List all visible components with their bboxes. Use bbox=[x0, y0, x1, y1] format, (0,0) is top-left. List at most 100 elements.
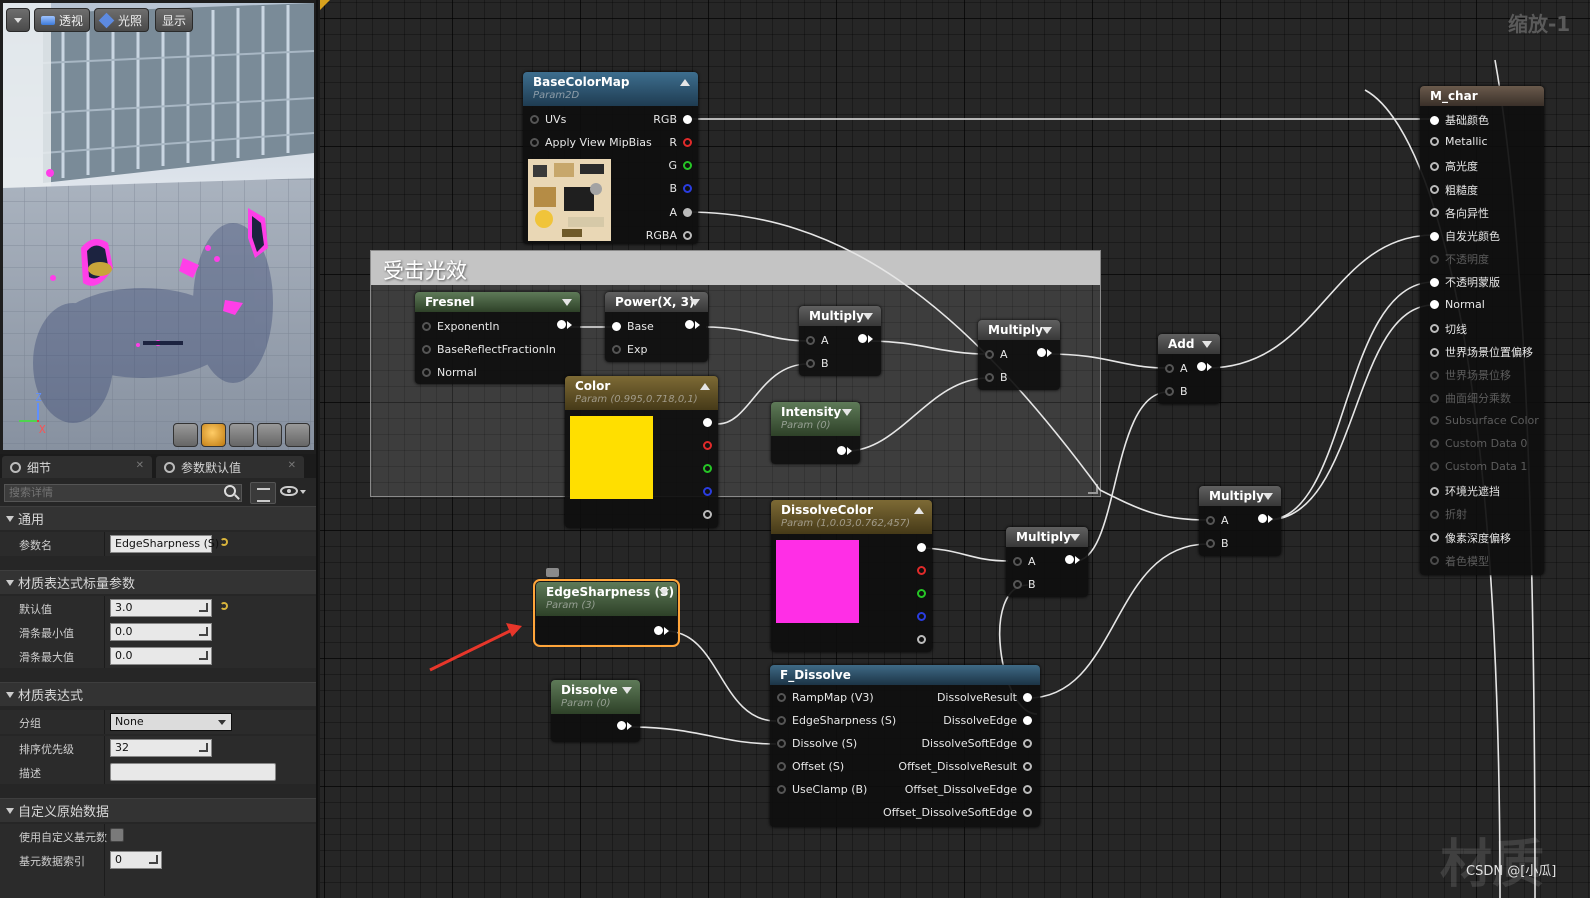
m-char-pin[interactable]: 折射 bbox=[1430, 506, 1467, 522]
pin-output[interactable] bbox=[1191, 362, 1212, 371]
node-header[interactable]: DissolveColor Param (1,0.03,0.762,457) bbox=[771, 500, 932, 534]
spin-handle-icon[interactable] bbox=[199, 743, 208, 752]
section-general[interactable]: 通用 bbox=[0, 506, 316, 530]
pin-rgb[interactable]: RGB bbox=[653, 113, 692, 126]
section-custom-primitive[interactable]: 自定义原始数据 bbox=[0, 798, 316, 822]
slider-min-field[interactable]: 0.0 bbox=[110, 623, 212, 641]
node-header[interactable]: BaseColorMap Param2D bbox=[523, 72, 698, 106]
m-char-pin[interactable]: 不透明蒙版 bbox=[1430, 274, 1500, 290]
m-char-pin[interactable]: Metallic bbox=[1430, 135, 1488, 148]
search-icon[interactable] bbox=[224, 485, 236, 497]
tab-details[interactable]: 细节 ✕ bbox=[2, 456, 152, 478]
material-graph[interactable]: 缩放-1 受击光效 BaseColorMap Param2D UVs Apply… bbox=[320, 0, 1590, 898]
pin-r[interactable]: R bbox=[669, 136, 692, 149]
section-scalar-param[interactable]: 材质表达式标量参数 bbox=[0, 570, 316, 594]
node-multiply-1[interactable]: Multiply A B bbox=[799, 306, 881, 376]
sort-priority-field[interactable]: 32 bbox=[110, 739, 212, 757]
pin-rgb[interactable] bbox=[911, 543, 926, 552]
pin-base[interactable]: Base bbox=[612, 320, 654, 333]
teapot-icon[interactable] bbox=[285, 423, 310, 447]
node-header[interactable]: Add bbox=[1158, 334, 1220, 354]
m-char-pin[interactable]: Normal bbox=[1430, 298, 1485, 311]
pin-exp[interactable]: Exp bbox=[612, 343, 647, 356]
node-edgesharpness[interactable]: EdgeSharpness (S) Param (3) bbox=[533, 579, 680, 647]
preview-viewport[interactable]: 透视 光照 显示 Z X bbox=[3, 3, 314, 450]
pin-output[interactable] bbox=[1031, 348, 1052, 357]
node-header[interactable]: EdgeSharpness (S) Param (3) bbox=[536, 582, 677, 616]
collapse-caret-icon[interactable] bbox=[659, 589, 669, 596]
node-dissolvecolor[interactable]: DissolveColor Param (1,0.03,0.762,457) bbox=[771, 500, 932, 652]
m-char-pin[interactable]: 基础颜色 bbox=[1430, 112, 1489, 128]
pin-g[interactable] bbox=[697, 464, 712, 473]
pin-b[interactable] bbox=[697, 487, 712, 496]
node-add[interactable]: Add A B bbox=[1158, 334, 1220, 404]
pin-offset[interactable]: Offset (S) bbox=[777, 760, 844, 773]
collapse-caret-icon[interactable] bbox=[562, 299, 572, 306]
pin-exponent-in[interactable]: ExponentIn bbox=[422, 320, 499, 333]
pin-output[interactable] bbox=[1059, 555, 1080, 564]
pin-dissolve[interactable]: Dissolve (S) bbox=[777, 737, 857, 750]
pin-normal[interactable]: Normal bbox=[422, 366, 477, 379]
group-dropdown[interactable]: None bbox=[110, 713, 232, 731]
plane-icon[interactable] bbox=[229, 423, 254, 447]
m-char-pin[interactable]: 环境光遮挡 bbox=[1430, 483, 1500, 499]
pin-b[interactable]: B bbox=[1206, 537, 1229, 550]
description-field[interactable] bbox=[110, 763, 276, 781]
pin-base-reflect-fraction[interactable]: BaseReflectFractionIn bbox=[422, 343, 556, 356]
pin-dissolve-soft-edge[interactable]: DissolveSoftEdge bbox=[922, 737, 1032, 750]
m-char-pin[interactable]: 世界场景位移 bbox=[1430, 367, 1511, 383]
spin-handle-icon[interactable] bbox=[199, 603, 208, 612]
node-color[interactable]: Color Param (0.995,0.718,0,1) bbox=[565, 376, 718, 528]
m-char-pin[interactable]: 像素深度偏移 bbox=[1430, 530, 1511, 546]
node-basecolormap[interactable]: BaseColorMap Param2D UVs Apply View MipB… bbox=[523, 72, 698, 244]
pin-a[interactable]: A bbox=[985, 348, 1008, 361]
comment-bubble-icon[interactable] bbox=[546, 568, 559, 577]
lit-button[interactable]: 光照 bbox=[94, 8, 150, 32]
pin-output[interactable] bbox=[648, 626, 669, 635]
collapse-caret-icon[interactable] bbox=[690, 299, 700, 306]
pin-output[interactable] bbox=[831, 446, 852, 455]
collapse-caret-icon[interactable] bbox=[842, 409, 852, 416]
m-char-pin[interactable]: 切线 bbox=[1430, 321, 1467, 337]
m-char-pin[interactable]: 世界场景位置偏移 bbox=[1430, 344, 1533, 360]
pin-b[interactable] bbox=[911, 612, 926, 621]
pin-a[interactable]: A bbox=[1013, 555, 1036, 568]
pin-dissolve-result[interactable]: DissolveResult bbox=[937, 691, 1032, 704]
pin-apply-view-mipbias[interactable]: Apply View MipBias bbox=[530, 136, 652, 149]
pin-output[interactable] bbox=[1252, 514, 1273, 523]
pin-b[interactable]: B bbox=[669, 182, 692, 195]
spin-handle-icon[interactable] bbox=[149, 855, 158, 864]
node-dissolve[interactable]: Dissolve Param (0) bbox=[551, 680, 640, 742]
section-expression[interactable]: 材质表达式 bbox=[0, 682, 316, 706]
pin-r[interactable] bbox=[911, 566, 926, 575]
pin-a[interactable] bbox=[697, 510, 712, 519]
pin-output[interactable] bbox=[611, 721, 632, 730]
node-header[interactable]: Multiply bbox=[978, 320, 1060, 340]
reset-icon[interactable] bbox=[220, 538, 228, 546]
node-intensity[interactable]: Intensity Param (0) bbox=[771, 402, 860, 464]
m-char-pin[interactable]: Custom Data 1 bbox=[1430, 460, 1527, 473]
node-fresnel[interactable]: Fresnel ExponentIn BaseReflectFractionIn… bbox=[415, 292, 580, 384]
pin-output[interactable] bbox=[551, 320, 572, 329]
node-header[interactable]: Intensity Param (0) bbox=[771, 402, 860, 436]
pin-rampmap[interactable]: RampMap (V3) bbox=[777, 691, 874, 704]
details-search-input[interactable] bbox=[4, 484, 242, 502]
perspective-button[interactable]: 透视 bbox=[34, 8, 91, 32]
pin-a[interactable] bbox=[911, 635, 926, 644]
node-header[interactable]: Color Param (0.995,0.718,0,1) bbox=[565, 376, 718, 410]
node-header[interactable]: Dissolve Param (0) bbox=[551, 680, 640, 714]
collapse-caret-icon[interactable] bbox=[1042, 327, 1052, 334]
m-char-pin[interactable]: 各向异性 bbox=[1430, 205, 1489, 221]
pin-dissolve-edge[interactable]: DissolveEdge bbox=[943, 714, 1032, 727]
comment-title[interactable]: 受击光效 bbox=[371, 251, 1100, 285]
collapse-caret-icon[interactable] bbox=[1263, 493, 1273, 500]
slider-max-field[interactable]: 0.0 bbox=[110, 647, 212, 665]
primitive-index-field[interactable]: 0 bbox=[110, 851, 162, 869]
node-power[interactable]: Power(X, 3) Base Exp bbox=[605, 292, 708, 362]
pin-r[interactable] bbox=[697, 441, 712, 450]
pin-uvs[interactable]: UVs bbox=[530, 113, 566, 126]
close-icon[interactable]: ✕ bbox=[136, 460, 144, 471]
pin-a[interactable]: A bbox=[669, 206, 692, 219]
use-custom-primitive-checkbox[interactable] bbox=[110, 828, 124, 842]
pin-g[interactable]: G bbox=[668, 159, 692, 172]
